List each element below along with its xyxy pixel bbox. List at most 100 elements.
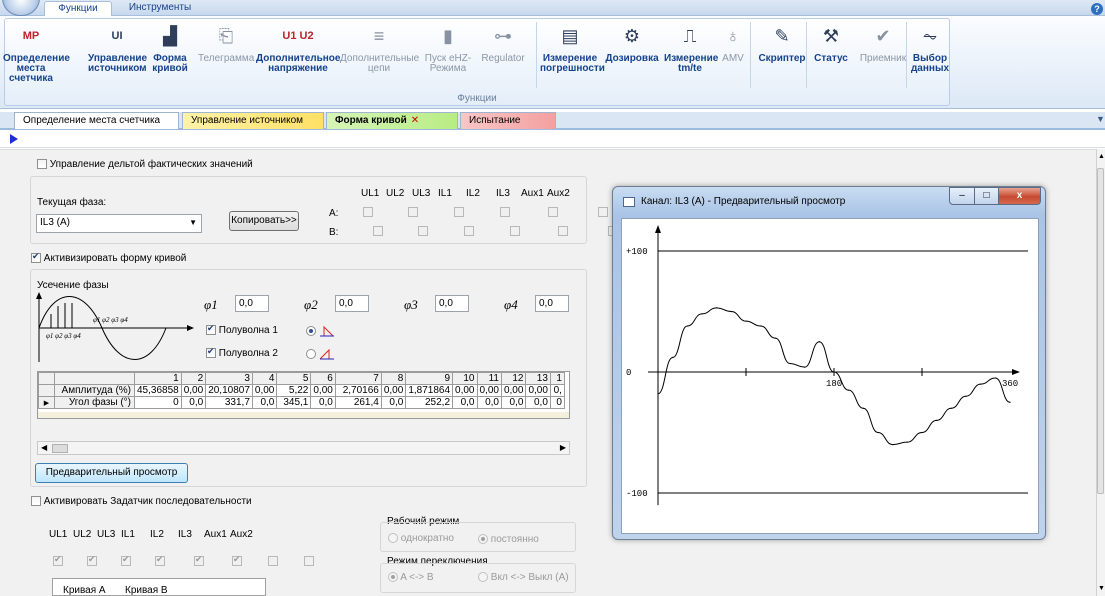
- mode-constant-radio[interactable]: постоянно: [478, 534, 539, 545]
- channel-checkbox-b[interactable]: [464, 226, 474, 237]
- ribbon-button-ehz-start[interactable]: ▮ Пуск eHZ-Режима: [424, 20, 472, 74]
- halfwave1-cut-radio[interactable]: [306, 325, 335, 337]
- grid-cell[interactable]: 0,00: [476, 384, 502, 397]
- grid-cell[interactable]: 0,: [549, 384, 565, 397]
- grid-cell[interactable]: 1,871864: [405, 384, 454, 397]
- channel-checkbox-b[interactable]: [418, 226, 428, 237]
- ribbon-tab-tools[interactable]: Инструменты: [120, 1, 200, 16]
- channel-checkbox-a[interactable]: [454, 207, 464, 218]
- ribbon-button-status[interactable]: ⚒ Статус: [812, 20, 850, 64]
- chevron-down-icon[interactable]: ▼: [1098, 585, 1105, 592]
- row-header[interactable]: Угол фазы (°): [54, 396, 135, 409]
- halfwave1-checkbox[interactable]: Полуволна 1: [206, 323, 278, 336]
- help-icon[interactable]: ?: [1091, 3, 1103, 15]
- tab-source-control[interactable]: Управление источником: [182, 112, 324, 129]
- sequencer-channel-checkbox[interactable]: [87, 554, 97, 567]
- mode-once-radio[interactable]: однократно: [388, 533, 454, 544]
- ribbon-button-source-control[interactable]: UI Управление источником: [88, 20, 147, 74]
- switch-ab-radio[interactable]: A <-> B: [388, 572, 434, 583]
- tab-waveform[interactable]: Форма кривой ✕: [326, 112, 458, 129]
- ribbon-button-amv[interactable]: ♁ AMV: [720, 20, 746, 64]
- play-icon[interactable]: [10, 134, 18, 144]
- halfwave2-cut-radio[interactable]: [306, 348, 335, 360]
- ribbon-button-add-voltage[interactable]: U1 U2 Дополнительное напряжение: [256, 20, 340, 74]
- table-row[interactable]: ▶ Угол фазы (°) 0 0,0 331,7 0,0 345,1 0,0 261,4 0…: [38, 396, 565, 409]
- checkbox-box[interactable]: [206, 323, 216, 336]
- grid-cell[interactable]: 0,0: [500, 396, 527, 409]
- ribbon-button-tm-te[interactable]: ⎍ Измерение tm/te: [664, 20, 718, 74]
- grid-cell[interactable]: 0,0: [452, 396, 478, 409]
- phi-input[interactable]: 0,0: [235, 295, 269, 312]
- horizontal-scrollbar[interactable]: ◀ ▶: [37, 441, 570, 455]
- chevron-right-icon[interactable]: ▶: [560, 443, 566, 452]
- column-header[interactable]: 1: [134, 372, 182, 385]
- grid-cell[interactable]: 5,22: [276, 384, 312, 397]
- halfwave2-checkbox[interactable]: Полуволна 2: [206, 346, 278, 359]
- scroll-thumb[interactable]: [1097, 168, 1104, 494]
- grid-cell[interactable]: 0: [549, 396, 565, 409]
- grid-cell[interactable]: 0,00: [452, 384, 478, 397]
- ribbon-button-scripter[interactable]: ✎ Скриптер: [758, 20, 806, 64]
- column-header[interactable]: 5: [276, 372, 312, 385]
- radio-button[interactable]: [478, 572, 488, 583]
- grid-cell[interactable]: 0,0: [380, 396, 407, 409]
- column-header[interactable]: 3: [205, 372, 253, 385]
- grid-cell[interactable]: 0,0: [180, 396, 207, 409]
- ribbon-button-mp[interactable]: MP Определение места счетчика: [3, 20, 70, 84]
- ribbon-button-dosing[interactable]: ⚙ Дозировка: [604, 20, 660, 64]
- sequencer-channel-checkbox[interactable]: [194, 554, 204, 567]
- grid-cell[interactable]: 0,00: [380, 384, 407, 397]
- sequencer-channel-checkbox[interactable]: [121, 554, 131, 567]
- radio-button[interactable]: [478, 534, 488, 545]
- grid-cell[interactable]: 0,0: [476, 396, 502, 409]
- channel-checkbox-b[interactable]: [373, 226, 383, 237]
- channel-checkbox-a[interactable]: [598, 207, 608, 218]
- close-icon[interactable]: ✕: [411, 115, 419, 126]
- table-row[interactable]: Амплитуда (%) 45,36858 0,00 20,10807 0,00 5,2…: [38, 384, 565, 397]
- ribbon-button-data-select[interactable]: ⏦ Выбор данных: [910, 20, 950, 74]
- column-header[interactable]: 9: [405, 372, 454, 385]
- ribbon-button-error-measure[interactable]: ▤ Измерение погрешности: [540, 20, 605, 74]
- column-header[interactable]: [54, 372, 135, 385]
- checkbox-box[interactable]: [31, 496, 41, 507]
- channel-checkbox-b[interactable]: [510, 226, 520, 237]
- checkbox-box[interactable]: [37, 159, 47, 170]
- column-header[interactable]: 2: [180, 372, 207, 385]
- ribbon-button-regulator[interactable]: ⊶ Regulator: [478, 20, 528, 64]
- harmonics-grid[interactable]: 1 2 3 4 5 6 7 8 9 10 11 12 13 1 Амплитуда (%) 45,36858 0…: [37, 371, 570, 419]
- tab-list-chevron-down-icon[interactable]: ▼: [1096, 114, 1105, 124]
- checkbox-box[interactable]: [31, 251, 41, 264]
- channel-checkbox-a[interactable]: [500, 207, 510, 218]
- grid-cell[interactable]: 0,0: [310, 396, 336, 409]
- row-header[interactable]: Амплитуда (%): [54, 384, 135, 397]
- ribbon-button-telegram[interactable]: ⎗ Телеграмма: [198, 20, 254, 64]
- grid-cell[interactable]: 331,7: [205, 396, 253, 409]
- row-selector-header[interactable]: [38, 372, 55, 385]
- grid-cell[interactable]: 0,00: [251, 384, 278, 397]
- activate-waveform-checkbox[interactable]: Активизировать форму кривой: [31, 251, 186, 264]
- channel-checkbox-b[interactable]: [558, 226, 568, 237]
- radio-button[interactable]: [388, 572, 398, 583]
- column-header[interactable]: 1: [549, 372, 565, 385]
- copy-button[interactable]: Копировать>>: [229, 211, 299, 231]
- chevron-up-icon[interactable]: ▲: [1098, 153, 1105, 160]
- minimize-button[interactable]: –: [949, 187, 975, 205]
- tab-accuracy-test[interactable]: Испытание точности: [460, 112, 556, 142]
- checkbox-box[interactable]: [206, 346, 216, 359]
- sequencer-channel-checkbox[interactable]: [53, 554, 63, 567]
- column-header[interactable]: 10: [452, 372, 478, 385]
- phi-input[interactable]: 0,0: [335, 295, 369, 312]
- ribbon-button-add-circuits[interactable]: ≡ Дополнительные цепи: [340, 20, 419, 74]
- chevron-left-icon[interactable]: ◀: [41, 443, 47, 452]
- ribbon-button-receiver[interactable]: ✔ Приемник: [858, 20, 908, 64]
- close-button[interactable]: x: [998, 187, 1041, 205]
- grid-cell[interactable]: 0: [134, 396, 182, 409]
- switch-onoff-radio[interactable]: Вкл <-> Выкл (A): [478, 572, 569, 583]
- phi-input[interactable]: 0,0: [435, 295, 469, 312]
- current-phase-select[interactable]: IL3 (A) ▼: [36, 214, 202, 233]
- grid-cell[interactable]: 0,00: [180, 384, 207, 397]
- channel-checkbox-a[interactable]: [408, 207, 418, 218]
- ribbon-tab-functions[interactable]: Функции: [44, 1, 112, 16]
- column-header[interactable]: 8: [380, 372, 407, 385]
- preview-button[interactable]: Предварительный просмотр: [35, 463, 188, 483]
